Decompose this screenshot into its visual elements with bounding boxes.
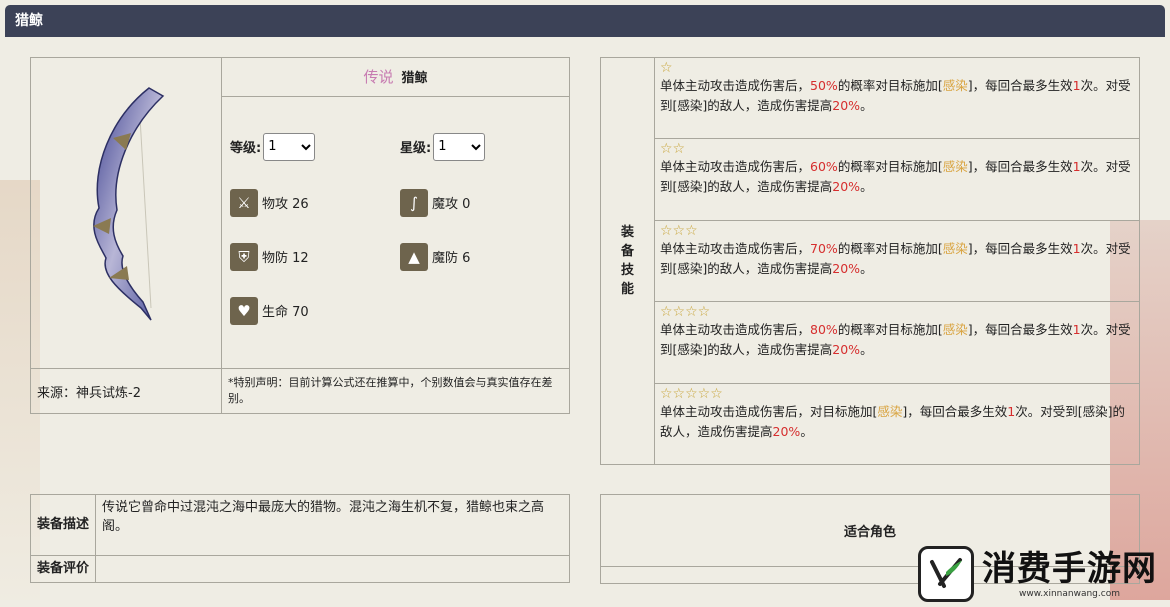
description-label: 装备描述 bbox=[30, 494, 96, 556]
skill-text: 单体主动攻击造成伤害后，70%的概率对目标施加[感染]，每回合最多生效1次。对受… bbox=[660, 240, 1131, 276]
skill-tier-2: ☆☆ 单体主动攻击造成伤害后，60%的概率对目标施加[感染]，每回合最多生效1次… bbox=[654, 138, 1140, 221]
staff-icon: ∫ bbox=[400, 188, 428, 217]
skill-tier-1: ☆ 单体主动攻击造成伤害后，50%的概率对目标施加[感染]，每回合最多生效1次。… bbox=[654, 56, 1140, 140]
equipment-name-cell: 传说 猎鲸 bbox=[221, 57, 570, 97]
skill-tier-3: ☆☆☆ 单体主动攻击造成伤害后，70%的概率对目标施加[感染]，每回合最多生效1… bbox=[654, 219, 1140, 303]
skill-text: 单体主动攻击造成伤害后，50%的概率对目标施加[感染]，每回合最多生效1次。对受… bbox=[660, 78, 1131, 113]
equipment-image-cell bbox=[30, 57, 222, 369]
star-rating-icon: ☆ bbox=[660, 60, 673, 76]
star-select[interactable]: 1 bbox=[433, 132, 486, 161]
equipment-info-table: 传说猎鲸 等级: 1 星级: 1 ⚔ 物攻 26 ∫ 魔攻 0 ⛨ 物防 12 bbox=[30, 57, 570, 414]
skill-text: 单体主动攻击造成伤害后，60%的概率对目标施加[感染]，每回合最多生效1次。对受… bbox=[660, 159, 1131, 195]
skill-tier-5: ☆☆☆☆☆ 单体主动攻击造成伤害后，对目标施加[感染]，每回合最多生效1次。对受… bbox=[654, 382, 1140, 466]
level-label: 等级: bbox=[230, 141, 262, 157]
page-title: 猎鲸 bbox=[5, 5, 1165, 37]
skills-label-text: 装备技能 bbox=[620, 225, 634, 297]
stat-physical-defense: ⛨ 物防 12 bbox=[230, 242, 309, 271]
rarity-label: 传说 bbox=[363, 68, 394, 87]
watermark-url: www.xinnanwang.com bbox=[1019, 589, 1120, 599]
watermark: 消费手游网 www.xinnanwang.com bbox=[918, 544, 1166, 604]
star-rating-icon: ☆☆☆ bbox=[660, 222, 698, 239]
stat-physical-attack: ⚔ 物攻 26 bbox=[230, 188, 309, 217]
evaluation-text bbox=[95, 554, 570, 584]
stat-magic-attack: ∫ 魔攻 0 bbox=[400, 188, 470, 217]
skills-label: 装备技能 bbox=[600, 57, 655, 465]
skill-text: 单体主动攻击造成伤害后，对目标施加[感染]，每回合最多生效1次。对受到[感染]的… bbox=[660, 403, 1126, 439]
evaluation-label: 装备评价 bbox=[30, 554, 96, 584]
description-text: 传说它曾命中过混沌之海中最庞大的猎物。混沌之海生机不复，猎鲸也束之高阁。 bbox=[95, 494, 570, 556]
skills-table: 装备技能 ☆ 单体主动攻击造成伤害后，50%的概率对目标施加[感染]，每回合最多… bbox=[600, 56, 1140, 466]
star-rating-icon: ☆☆☆☆ bbox=[660, 304, 711, 321]
skill-tier-4: ☆☆☆☆ 单体主动攻击造成伤害后，80%的概率对目标施加[感染]，每回合最多生效… bbox=[654, 301, 1140, 384]
stats-cell: 等级: 1 星级: 1 ⚔ 物攻 26 ∫ 魔攻 0 ⛨ 物防 12 ▲ 魔防 … bbox=[221, 95, 570, 370]
watermark-logo-icon bbox=[918, 546, 974, 602]
source-cell: 来源：神兵试炼-2 bbox=[30, 368, 222, 414]
skill-text: 单体主动攻击造成伤害后，80%的概率对目标施加[感染]，每回合最多生效1次。对受… bbox=[660, 322, 1131, 358]
level-select[interactable]: 1 bbox=[263, 132, 316, 161]
star-rating-icon: ☆☆ bbox=[660, 141, 686, 158]
heart-icon: ♥ bbox=[230, 296, 258, 325]
stat-magic-defense: ▲ 魔防 6 bbox=[400, 242, 470, 271]
stat-health: ♥ 生命 70 bbox=[230, 296, 309, 325]
shield-icon: ⛨ bbox=[230, 242, 258, 271]
wizard-hat-icon: ▲ bbox=[400, 242, 428, 271]
star-selector: 星级: 1 bbox=[400, 132, 486, 161]
disclaimer-note: *特别声明：目前计算公式还在推算中，个别数值会与真实值存在差别。 bbox=[221, 368, 570, 414]
watermark-text: 消费手游网 bbox=[982, 549, 1157, 589]
sword-icon: ⚔ bbox=[230, 188, 258, 217]
equipment-name: 猎鲸 bbox=[401, 71, 428, 87]
level-selector: 等级: 1 bbox=[230, 132, 316, 161]
description-table: 装备描述 传说它曾命中过混沌之海中最庞大的猎物。混沌之海生机不复，猎鲸也束之高阁… bbox=[30, 494, 570, 584]
star-rating-icon: ☆☆☆☆☆ bbox=[660, 385, 723, 402]
bow-image bbox=[93, 87, 165, 321]
star-label: 星级: bbox=[400, 141, 432, 157]
